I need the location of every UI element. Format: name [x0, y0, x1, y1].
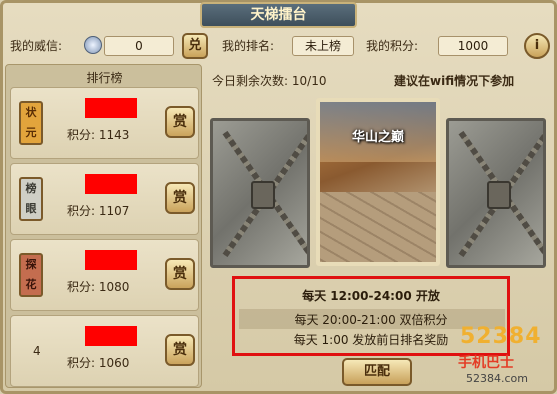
- info-button[interactable]: i: [524, 33, 550, 59]
- remaining-value: 10/10: [291, 74, 327, 88]
- arena-card-center[interactable]: 华山之巅: [316, 98, 440, 266]
- score-label: 积分: 1107: [67, 204, 130, 218]
- prestige-icon: [84, 36, 102, 54]
- wifi-tip: 建议在wifi情况下参加: [394, 74, 515, 88]
- rank-badge-second: 榜眼: [19, 177, 43, 221]
- lock-icon: [487, 181, 511, 209]
- points-value: 1000: [438, 36, 508, 56]
- score-value: 1107: [98, 204, 130, 218]
- score-value: 1060: [98, 356, 130, 370]
- rank-badge-third: 探花: [19, 253, 43, 297]
- prestige-label: 我的威信:: [10, 39, 63, 53]
- leaderboard-panel: 排行榜 状元 积分: 1143 赏 榜眼 积分: 1107 赏 探花 积分: 1…: [5, 64, 202, 388]
- points-label: 我的积分:: [366, 39, 419, 53]
- exchange-button[interactable]: 兑: [182, 33, 208, 59]
- schedule-open-hours: 每天 12:00-24:00 开放: [302, 289, 440, 303]
- rank-label: 我的排名:: [222, 39, 275, 53]
- score-label: 积分: 1060: [67, 356, 130, 370]
- score-label: 积分: 1080: [67, 280, 130, 294]
- redacted-player-name: [85, 98, 137, 118]
- card-artwork-ground: [320, 192, 436, 262]
- watermark-url: 52384.com: [466, 372, 528, 385]
- leaderboard-row: 榜眼 积分: 1107 赏: [10, 163, 199, 235]
- remaining-attempts: 今日剩余次数: 10/10: [212, 74, 327, 88]
- match-button[interactable]: 匹配: [342, 358, 412, 386]
- prestige-value: 0: [104, 36, 174, 56]
- redacted-player-name: [85, 250, 137, 270]
- score-label: 积分: 1143: [67, 128, 130, 142]
- watermark-site-name: 手机巴士: [458, 355, 514, 371]
- locked-card-right: [446, 118, 546, 268]
- reward-button[interactable]: 赏: [165, 258, 195, 290]
- window-title: 天梯擂台: [200, 2, 357, 28]
- lock-icon: [251, 181, 275, 209]
- rank-value: 未上榜: [292, 36, 354, 56]
- reward-button[interactable]: 赏: [165, 334, 195, 366]
- locked-card-left: [210, 118, 310, 268]
- site-watermark: 52384 手机巴士 52384.com: [454, 324, 554, 390]
- redacted-player-name: [85, 174, 137, 194]
- redacted-player-name: [85, 326, 137, 346]
- leaderboard-row: 状元 积分: 1143 赏: [10, 87, 199, 159]
- watermark-logo: 52384: [460, 324, 542, 349]
- leaderboard-row: 探花 积分: 1080 赏: [10, 239, 199, 311]
- leaderboard-row: 4 积分: 1060 赏: [10, 315, 199, 387]
- rank-badge-first: 状元: [19, 101, 43, 145]
- reward-button[interactable]: 赏: [165, 106, 195, 138]
- rank-number: 4: [33, 344, 41, 358]
- reward-button[interactable]: 赏: [165, 182, 195, 214]
- score-value: 1143: [98, 128, 130, 142]
- leaderboard-title: 排行榜: [86, 71, 123, 85]
- score-value: 1080: [98, 280, 130, 294]
- arena-card-title: 华山之巅: [351, 130, 404, 145]
